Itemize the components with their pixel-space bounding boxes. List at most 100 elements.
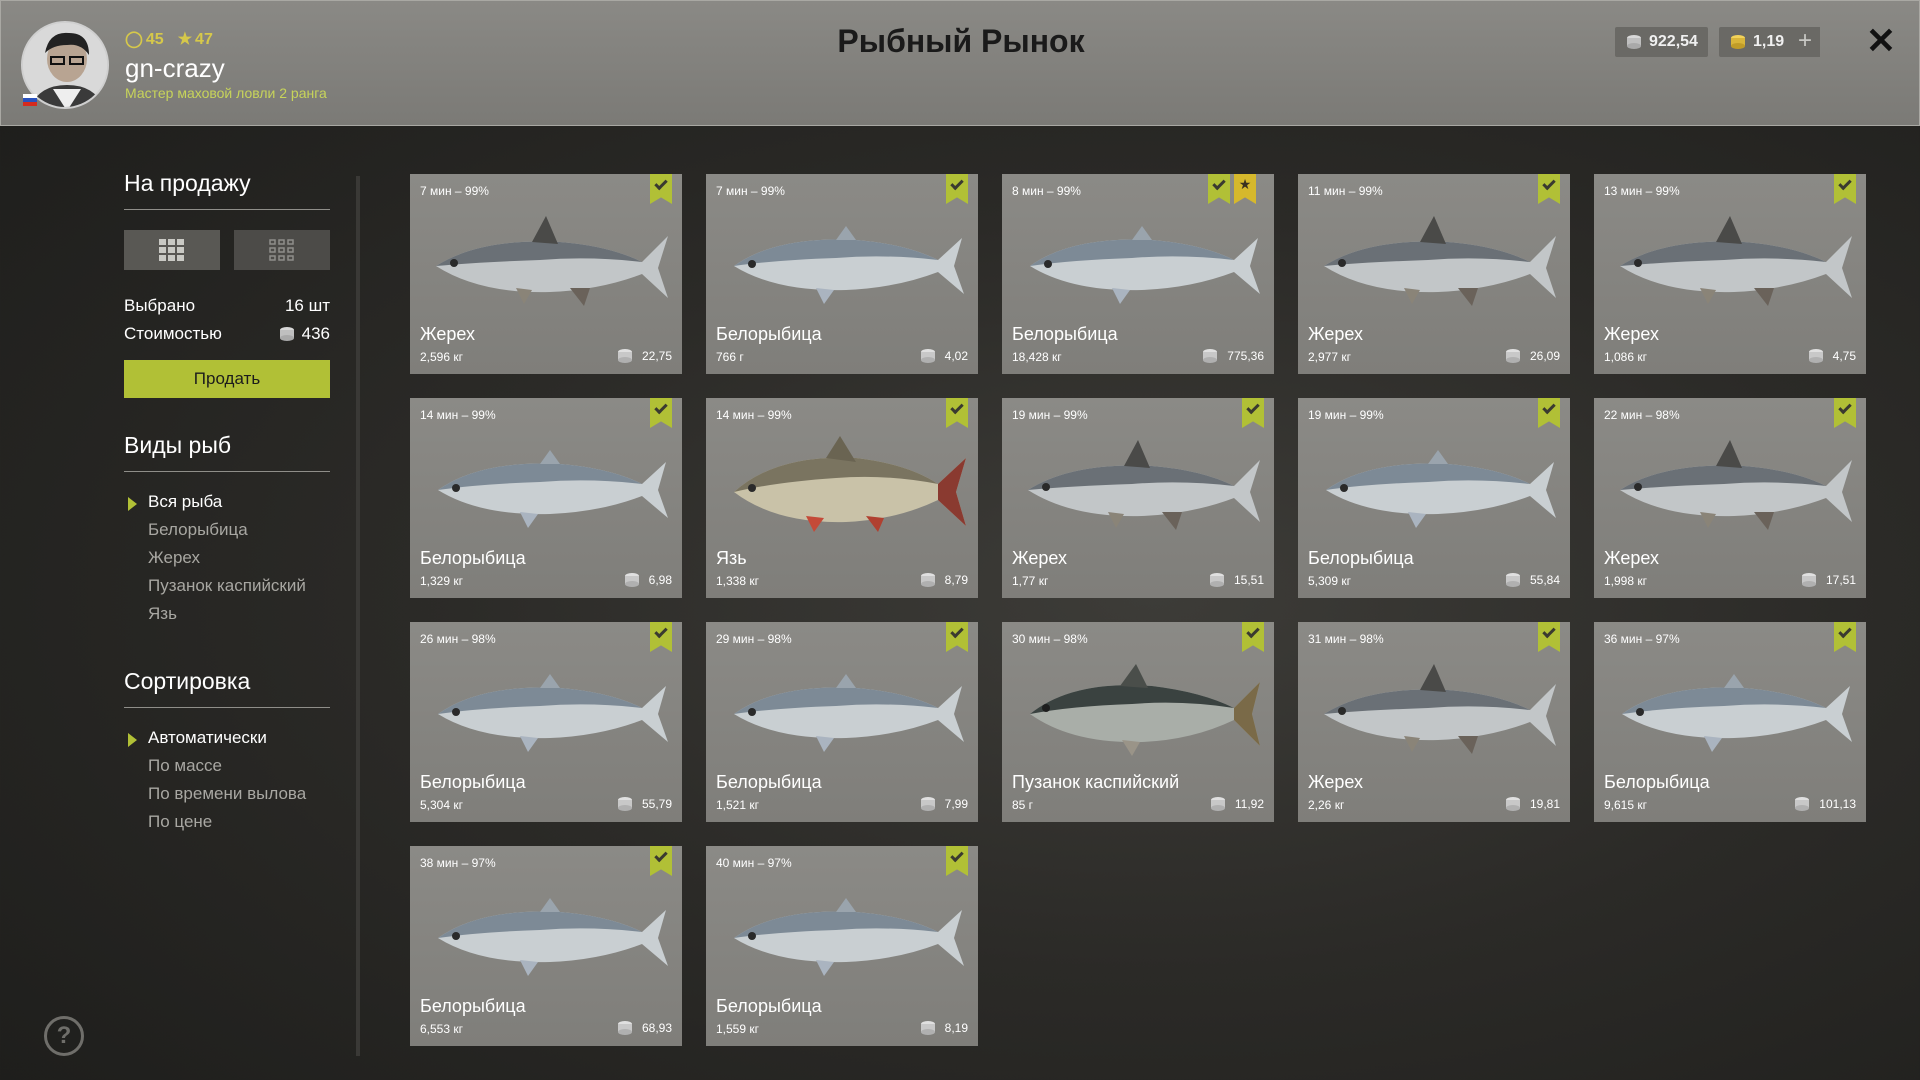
fish-price: 19,81 bbox=[1504, 796, 1560, 812]
help-button[interactable]: ? bbox=[44, 1016, 84, 1056]
sort-section-title: Сортировка bbox=[124, 668, 330, 708]
fish-card[interactable]: 40 мин – 97% Белорыбица 1,559 кг 8,19 bbox=[706, 846, 978, 1046]
fish-card[interactable]: 11 мин – 99% Жерех 2,977 кг 26,09 bbox=[1298, 174, 1570, 374]
fish-name: Жерех bbox=[420, 324, 476, 344]
fish-weight: 1,77 кг bbox=[1012, 574, 1049, 588]
species-filter-item[interactable]: Пузанок каспийский bbox=[124, 576, 330, 604]
fish-price-value: 8,19 bbox=[944, 1021, 968, 1035]
fish-card[interactable]: 7 мин – 99% Белорыбица 766 г 4,02 bbox=[706, 174, 978, 374]
sell-button[interactable]: Продать bbox=[124, 360, 330, 398]
fish-card[interactable]: 19 мин – 99% Белорыбица 5,309 кг 55,84 bbox=[1298, 398, 1570, 598]
species-filter-item[interactable]: Белорыбица bbox=[124, 520, 330, 548]
selected-check-icon[interactable] bbox=[1208, 174, 1230, 204]
species-filter-item[interactable]: Язь bbox=[124, 604, 330, 632]
selected-check-icon[interactable] bbox=[1538, 622, 1560, 652]
fish-weight: 1,338 кг bbox=[716, 574, 759, 588]
grid-small-icon bbox=[269, 239, 294, 261]
fish-price: 6,98 bbox=[623, 572, 672, 588]
fish-weight: 5,304 кг bbox=[420, 798, 463, 812]
selected-check-icon[interactable] bbox=[1834, 398, 1856, 428]
fish-card[interactable]: 30 мин – 98% Пузанок каспийский 85 г 11,… bbox=[1002, 622, 1274, 822]
species-filter-item[interactable]: Жерех bbox=[124, 548, 330, 576]
fish-weight: 1,521 кг bbox=[716, 798, 759, 812]
selected-check-icon[interactable] bbox=[946, 174, 968, 204]
selected-check-icon[interactable] bbox=[650, 174, 672, 204]
fish-weight: 1,998 кг bbox=[1604, 574, 1647, 588]
fish-card[interactable]: 8 мин – 99% ★ Белорыбица 18,428 кг 775,3… bbox=[1002, 174, 1274, 374]
silver-coin-icon bbox=[920, 797, 935, 811]
selected-check-icon[interactable] bbox=[1538, 398, 1560, 428]
fish-name: Белорыбица bbox=[420, 996, 526, 1016]
fish-weight: 1,559 кг bbox=[716, 1022, 759, 1036]
sidebar-divider bbox=[356, 176, 360, 1056]
selected-check-icon[interactable] bbox=[946, 398, 968, 428]
silver-coin-icon bbox=[1801, 573, 1816, 587]
total-cost-row: Стоимостью 436 bbox=[124, 324, 330, 344]
selected-check-icon[interactable] bbox=[650, 398, 672, 428]
fish-card[interactable]: 26 мин – 98% Белорыбица 5,304 кг 55,79 bbox=[410, 622, 682, 822]
silver-coin-icon bbox=[1203, 349, 1218, 363]
sort-option[interactable]: Автоматически bbox=[124, 728, 330, 756]
fish-name: Жерех bbox=[1012, 548, 1068, 568]
fish-card[interactable]: 19 мин – 99% Жерех 1,77 кг 15,51 bbox=[1002, 398, 1274, 598]
fish-price: 68,93 bbox=[616, 1020, 672, 1036]
selected-count-row: Выбрано 16 шт bbox=[124, 296, 330, 316]
silver-coin-icon bbox=[1627, 35, 1641, 49]
selected-check-icon[interactable] bbox=[650, 846, 672, 876]
selected-label: Выбрано bbox=[124, 296, 196, 315]
grid-small-view-button[interactable] bbox=[234, 230, 330, 270]
selected-check-icon[interactable] bbox=[1242, 622, 1264, 652]
fish-image bbox=[436, 216, 668, 306]
fish-weight: 9,615 кг bbox=[1604, 798, 1647, 812]
fish-grid: 7 мин – 99% Жерех 2,596 кг 22,75 7 мин –… bbox=[410, 174, 1866, 1046]
sort-option[interactable]: По массе bbox=[124, 756, 330, 784]
flag-icon bbox=[23, 93, 37, 106]
fish-card[interactable]: 13 мин – 99% Жерех 1,086 кг 4,75 bbox=[1594, 174, 1866, 374]
fish-name: Жерех bbox=[1604, 324, 1660, 344]
fish-card[interactable]: 31 мин – 98% Жерех 2,26 кг 19,81 bbox=[1298, 622, 1570, 822]
fish-card[interactable]: 14 мин – 99% Белорыбица 1,329 кг 6,98 bbox=[410, 398, 682, 598]
fish-card[interactable]: 38 мин – 97% Белорыбица 6,553 кг 68,93 bbox=[410, 846, 682, 1046]
fish-image bbox=[1030, 226, 1260, 304]
catch-time: 26 мин – 98% bbox=[420, 632, 496, 646]
fish-name: Язь bbox=[716, 548, 747, 568]
selected-check-icon[interactable] bbox=[1242, 398, 1264, 428]
fish-price: 22,75 bbox=[616, 348, 672, 364]
selected-check-icon[interactable] bbox=[1834, 622, 1856, 652]
grid-large-icon bbox=[159, 239, 184, 261]
fish-weight: 2,26 кг bbox=[1308, 798, 1345, 812]
fish-price: 26,09 bbox=[1504, 348, 1560, 364]
selected-check-icon[interactable] bbox=[946, 622, 968, 652]
fish-card[interactable]: 29 мин – 98% Белорыбица 1,521 кг 7,99 bbox=[706, 622, 978, 822]
selected-check-icon[interactable] bbox=[1834, 174, 1856, 204]
fish-card[interactable]: 7 мин – 99% Жерех 2,596 кг 22,75 bbox=[410, 174, 682, 374]
selected-check-icon[interactable] bbox=[650, 622, 672, 652]
fish-name: Белорыбица bbox=[716, 996, 822, 1016]
selected-check-icon[interactable] bbox=[1538, 174, 1560, 204]
fish-price-value: 17,51 bbox=[1825, 573, 1856, 587]
fish-card[interactable]: 22 мин – 98% Жерех 1,998 кг 17,51 bbox=[1594, 398, 1866, 598]
sort-option[interactable]: По времени вылова bbox=[124, 784, 330, 812]
fish-image bbox=[734, 674, 964, 752]
fish-price-value: 7,99 bbox=[944, 797, 968, 811]
sort-option[interactable]: По цене bbox=[124, 812, 330, 840]
catch-time: 40 мин – 97% bbox=[716, 856, 792, 870]
selected-check-icon[interactable] bbox=[946, 846, 968, 876]
fish-weight: 85 г bbox=[1012, 798, 1034, 812]
fish-price: 7,99 bbox=[919, 796, 968, 812]
close-button[interactable]: ✕ bbox=[1863, 21, 1899, 61]
fish-card[interactable]: 36 мин – 97% Белорыбица 9,615 кг 101,13 bbox=[1594, 622, 1866, 822]
gold-coin-icon bbox=[1731, 35, 1745, 49]
grid-large-view-button[interactable] bbox=[124, 230, 220, 270]
fish-card[interactable]: 14 мин – 99% Язь 1,338 кг 8,79 bbox=[706, 398, 978, 598]
favorite-bookmark-icon[interactable]: ★ bbox=[1234, 174, 1256, 204]
gold-balance: 1,19 bbox=[1719, 27, 1795, 57]
fish-price: 4,75 bbox=[1807, 348, 1856, 364]
fish-name: Белорыбица bbox=[716, 324, 822, 344]
cost-label: Стоимостью bbox=[124, 324, 222, 343]
silver-coin-icon bbox=[1808, 349, 1823, 363]
cost-value: 436 bbox=[301, 324, 330, 343]
fish-image bbox=[1620, 216, 1852, 306]
add-currency-button[interactable]: + bbox=[1790, 27, 1820, 57]
species-filter-item[interactable]: Вся рыба bbox=[124, 492, 330, 520]
